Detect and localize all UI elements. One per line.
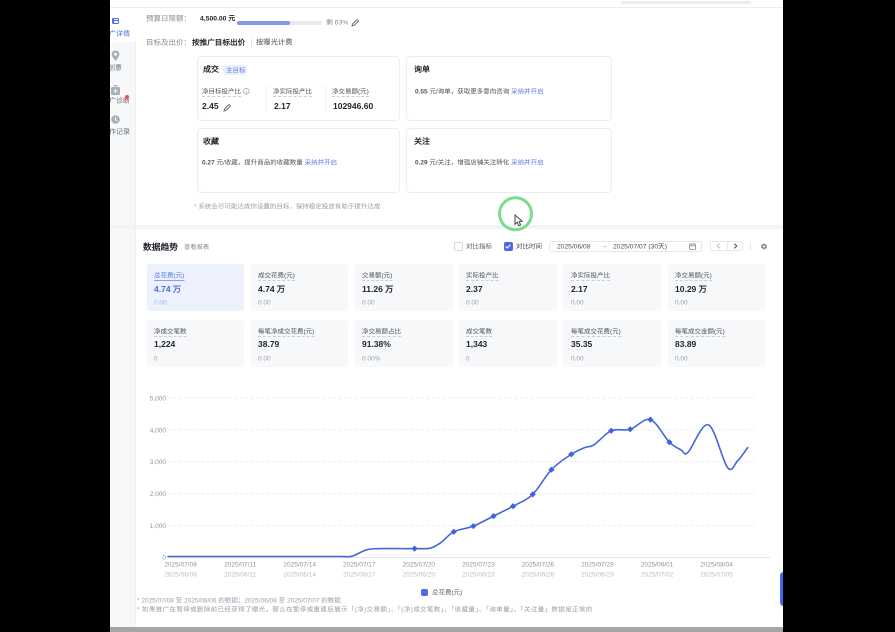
svg-text:2025/07/11: 2025/07/11 xyxy=(224,562,256,569)
svg-text:2025/07/05: 2025/07/05 xyxy=(700,572,733,579)
svg-text:2025/06/20: 2025/06/20 xyxy=(403,572,436,579)
svg-text:2025/06/26: 2025/06/26 xyxy=(522,572,555,579)
svg-text:4,000: 4,000 xyxy=(150,427,167,434)
svg-text:2025/06/17: 2025/06/17 xyxy=(343,572,376,579)
svg-text:2025/08/01: 2025/08/01 xyxy=(641,562,674,569)
svg-text:2025/07/29: 2025/07/29 xyxy=(581,562,614,569)
svg-text:2025/06/29: 2025/06/29 xyxy=(581,572,614,579)
svg-text:2025/07/23: 2025/07/23 xyxy=(462,562,495,569)
svg-text:0: 0 xyxy=(162,555,166,562)
svg-text:2025/07/02: 2025/07/02 xyxy=(641,572,674,579)
svg-text:2025/07/20: 2025/07/20 xyxy=(403,562,436,569)
svg-text:2025/07/17: 2025/07/17 xyxy=(343,562,376,569)
svg-text:2025/06/14: 2025/06/14 xyxy=(283,572,316,579)
svg-text:2025/08/04: 2025/08/04 xyxy=(700,562,733,569)
svg-text:2025/06/08: 2025/06/08 xyxy=(164,572,197,579)
svg-text:2025/06/11: 2025/06/11 xyxy=(224,572,256,579)
svg-text:3,000: 3,000 xyxy=(150,459,167,466)
svg-text:5,000: 5,000 xyxy=(150,395,167,402)
svg-text:2025/07/26: 2025/07/26 xyxy=(522,562,555,569)
svg-text:2025/07/08: 2025/07/08 xyxy=(164,562,197,569)
svg-text:2025/07/14: 2025/07/14 xyxy=(283,562,316,569)
svg-text:2,000: 2,000 xyxy=(150,491,167,498)
svg-text:1,000: 1,000 xyxy=(150,523,167,530)
svg-text:2025/06/23: 2025/06/23 xyxy=(462,572,495,579)
